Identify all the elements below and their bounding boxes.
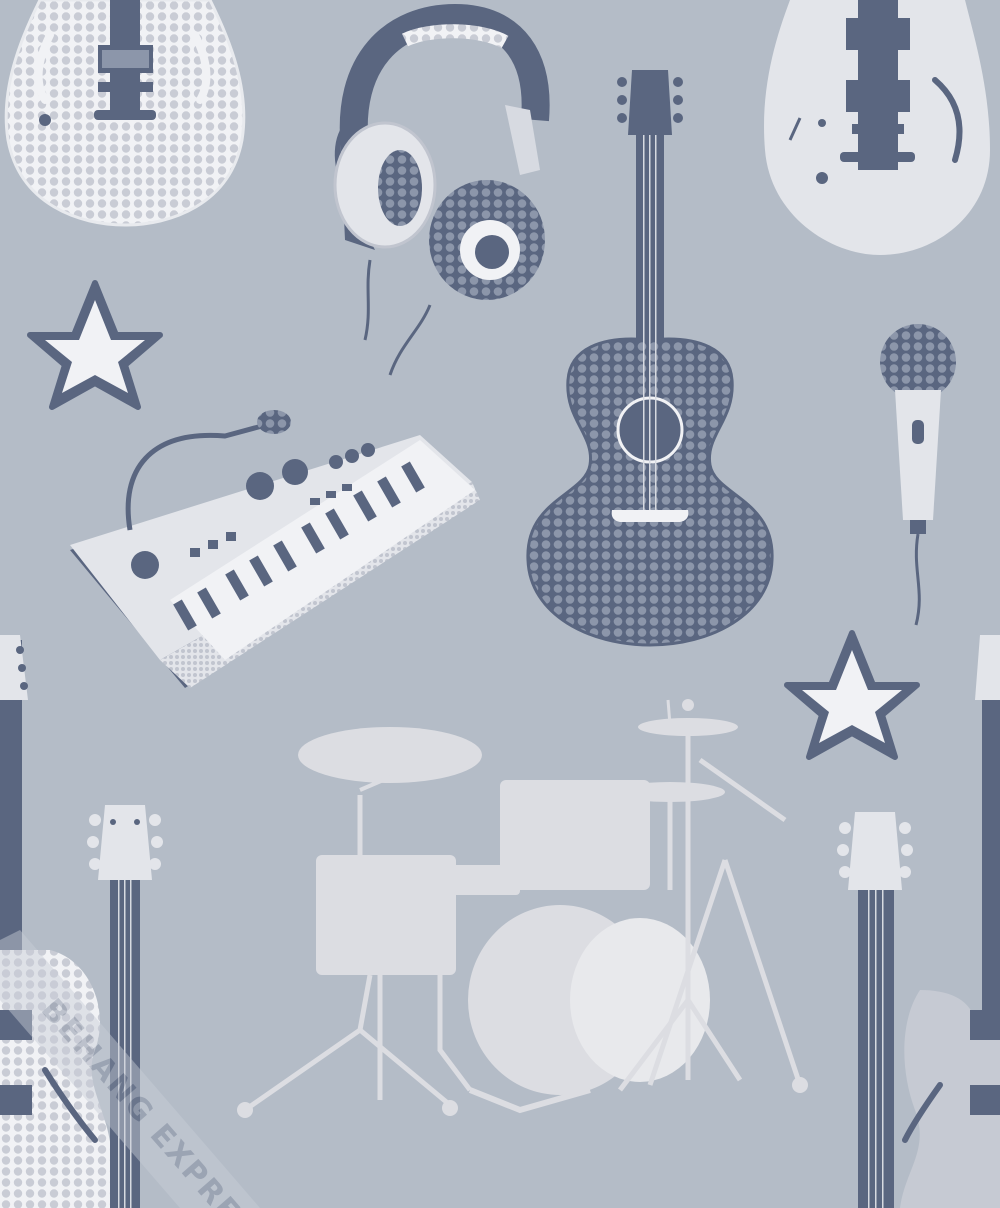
electric-guitar-icon bbox=[764, 0, 990, 255]
music-wallpaper: BEHANG EXPRESS bbox=[0, 0, 1000, 1208]
electric-guitar-icon bbox=[4, 0, 246, 227]
